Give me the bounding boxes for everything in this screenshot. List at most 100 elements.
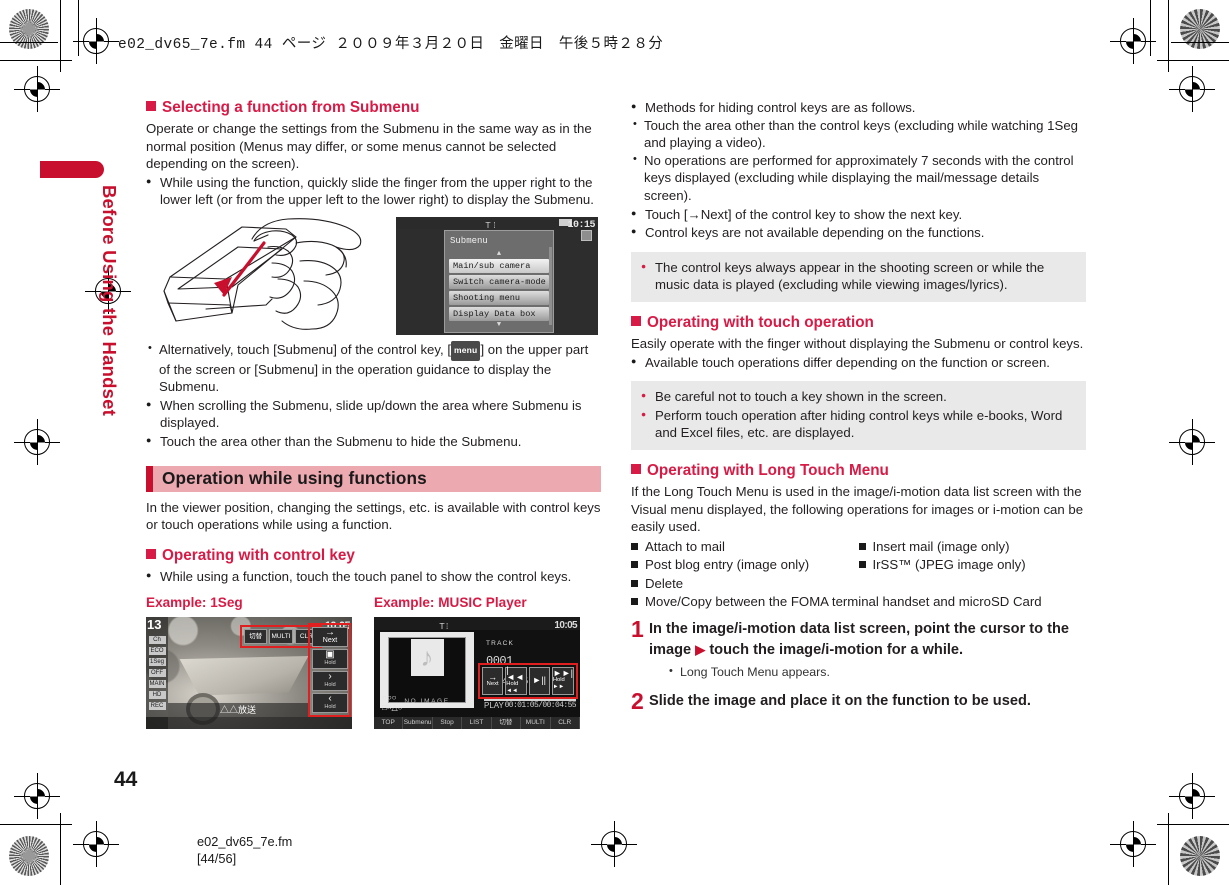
highlight-box-music-keys bbox=[478, 662, 578, 699]
submenu-bullet-list-2: When scrolling the Submenu, slide up/dow… bbox=[146, 396, 601, 451]
square-bullet-icon bbox=[146, 101, 156, 111]
touch-operation-list: Available touch operations differ depend… bbox=[631, 353, 1086, 372]
crop-line bbox=[1168, 813, 1169, 885]
arrow-right-icon: ▶ bbox=[695, 641, 706, 657]
no-image-label: NO IMAGE bbox=[404, 698, 450, 706]
screenshot-music-player: Ｔ⁞ 10:05 ♪ NO IMAGE TRACK 0001 55:48:35:… bbox=[374, 616, 580, 729]
list-item: Methods for hiding control keys are as f… bbox=[631, 98, 1086, 117]
intro-paragraph: Operate or change the settings from the … bbox=[146, 121, 592, 172]
music-soft-key-bar[interactable]: TOP Submenu Stop LIST 切替 MULTI CLR bbox=[374, 716, 580, 729]
band-intro-paragraph: In the viewer position, changing the set… bbox=[146, 499, 601, 533]
footer-block: e02_dv65_7e.fm [44/56] bbox=[197, 833, 292, 867]
list-item: No operations are performed for approxim… bbox=[631, 151, 1086, 205]
step-1: 1 In the image/i-motion data list screen… bbox=[631, 618, 1086, 683]
track-title-lines: ○○○ □×△○ bbox=[382, 693, 403, 713]
screenshot-status-bar: Ｔ⁞ 10:15 bbox=[396, 216, 598, 231]
rosette-bottom-left bbox=[9, 836, 49, 876]
track-title-line-2: □×△○ bbox=[382, 702, 403, 712]
left-column: Selecting a function from Submenu Operat… bbox=[146, 98, 601, 729]
square-bullet-icon bbox=[631, 463, 641, 474]
crop-line bbox=[1150, 0, 1151, 56]
band-accent-tick bbox=[146, 465, 153, 492]
right-column: Methods for hiding control keys are as f… bbox=[631, 98, 1086, 714]
camera-icon bbox=[581, 229, 592, 241]
rosette-bottom-right bbox=[1180, 836, 1220, 876]
list-item: Touch the area other than the control ke… bbox=[631, 116, 1086, 152]
list-item: The control keys always appear in the sh… bbox=[641, 258, 1076, 294]
soft-key-stop[interactable]: Stop bbox=[433, 716, 463, 729]
play-state-label: PLAY bbox=[484, 701, 504, 711]
soft-key-list[interactable]: LIST bbox=[462, 716, 492, 729]
rail-label-1: ECO bbox=[148, 646, 166, 655]
hand-sliding-on-phone-illustration bbox=[146, 217, 388, 335]
submenu-panel-title: Submenu bbox=[450, 235, 488, 246]
submenu-item-1: Switch camera-mode▶ bbox=[449, 274, 549, 289]
soft-key-clr[interactable]: CLR bbox=[551, 716, 580, 729]
long-touch-operations-columns: Attach to mail Post blog entry (image on… bbox=[631, 538, 1086, 594]
sidebar-chapter-title: Before Using the Handset bbox=[99, 185, 120, 416]
step-text: Slide the image and place it on the func… bbox=[649, 692, 1031, 709]
scrollbar[interactable] bbox=[549, 246, 552, 325]
operations-list-full-width: Move/Copy between the FOMA terminal hand… bbox=[631, 593, 1086, 611]
submenu-screenshot: Ｔ⁞ 10:15 Submenu ▲ Main/sub camera Switc… bbox=[396, 216, 598, 335]
list-item: Touch [→Next] of the control key to show… bbox=[631, 205, 1086, 224]
crop-line bbox=[1157, 824, 1229, 825]
broadcast-caption: △△放送 bbox=[168, 702, 308, 717]
soft-key-multi[interactable]: MULTI bbox=[521, 716, 551, 729]
footer-filename: e02_dv65_7e.fm bbox=[197, 834, 293, 849]
heading-selecting-function-from-submenu: Selecting a function from Submenu bbox=[146, 98, 601, 118]
submenu-panel: Submenu ▲ Main/sub camera Switch camera-… bbox=[444, 229, 554, 333]
1seg-left-rail: Ch ECO 1Seg OFF MAIN HD REC bbox=[146, 616, 168, 729]
soft-key-submenu[interactable]: Submenu bbox=[403, 716, 433, 729]
sidebar-tab-marker bbox=[40, 161, 104, 178]
note-list: The control keys always appear in the sh… bbox=[641, 258, 1076, 294]
list-item: Perform touch operation after hiding con… bbox=[641, 406, 1076, 442]
heading-operating-with-touch-operation: Operating with touch operation bbox=[631, 313, 1086, 333]
crosshair-mark bbox=[1169, 419, 1215, 465]
page-header-text: e02_dv65_7e.fm 44 ページ ２００９年３月２０日 金曜日 午後５… bbox=[118, 37, 664, 53]
heading-operating-with-control-key: Operating with control key bbox=[146, 546, 601, 566]
soft-key-switch[interactable]: 切替 bbox=[492, 716, 522, 729]
screenshot-1seg: Ch ECO 1Seg OFF MAIN HD REC 13 10:05 切替 … bbox=[146, 616, 352, 729]
crosshair-mark bbox=[73, 821, 119, 867]
soft-key-top[interactable]: TOP bbox=[374, 716, 404, 729]
play-state-row: PLAY 00:01:05/00:04:55 bbox=[484, 697, 577, 715]
crosshair-mark bbox=[1169, 66, 1215, 112]
note-box-touch-operation: Be careful not to touch a key shown in t… bbox=[631, 381, 1086, 450]
rail-label-5: HD bbox=[148, 690, 166, 699]
list-item: Control keys are not available depending… bbox=[631, 223, 1086, 242]
list-item: Delete bbox=[631, 575, 859, 593]
crosshair-mark bbox=[14, 66, 60, 112]
square-bullet-icon bbox=[631, 315, 641, 326]
music-note-icon: ♪ bbox=[410, 639, 444, 677]
list-item: IrSS™ (JPEG image only) bbox=[858, 556, 1087, 574]
list-item: While using the function, quickly slide … bbox=[146, 173, 601, 209]
rail-label-3: OFF bbox=[148, 668, 166, 677]
control-key-notes-list: Touch [→Next] of the control key to show… bbox=[631, 205, 1086, 242]
square-bullet-icon bbox=[146, 548, 156, 559]
operations-column-1: Attach to mail Post blog entry (image on… bbox=[631, 538, 859, 594]
scroll-up-arrow-icon: ▲ bbox=[496, 249, 502, 258]
crosshair-mark bbox=[14, 773, 60, 819]
crop-line bbox=[1168, 0, 1169, 72]
figure-row-submenu: Ｔ⁞ 10:15 Submenu ▲ Main/sub camera Switc… bbox=[146, 216, 601, 335]
alternatively-sub-bullet: Alternatively, touch [Submenu] of the co… bbox=[146, 340, 601, 396]
rail-label-4: MAIN bbox=[148, 679, 166, 688]
crop-line bbox=[1171, 42, 1229, 43]
submenu-bullet-list: While using the function, quickly slide … bbox=[146, 173, 601, 209]
crosshair-mark bbox=[1169, 773, 1215, 819]
control-key-bullet-list: While using a function, touch the touch … bbox=[146, 567, 601, 586]
band-title: Operation while using functions bbox=[162, 467, 427, 488]
example-1seg: Example: 1Seg Ch ECO 1Seg OFF MAIN HD RE… bbox=[146, 594, 352, 729]
example-1seg-title: Example: 1Seg bbox=[146, 595, 243, 611]
page-number: 44 bbox=[114, 768, 138, 791]
submenu-item-0: Main/sub camera bbox=[449, 258, 549, 273]
step-sub-note: Long Touch Menu appears. bbox=[669, 662, 1086, 683]
crosshair-mark bbox=[1110, 821, 1156, 867]
crosshair-mark bbox=[73, 18, 119, 64]
submenu-item-3: Display Data box bbox=[449, 306, 549, 321]
hiding-control-keys-list: Methods for hiding control keys are as f… bbox=[631, 98, 1086, 117]
step-number: 2 bbox=[631, 687, 644, 714]
long-touch-intro: If the Long Touch Menu is used in the im… bbox=[631, 483, 1084, 535]
rosette-top-right bbox=[1180, 9, 1220, 49]
